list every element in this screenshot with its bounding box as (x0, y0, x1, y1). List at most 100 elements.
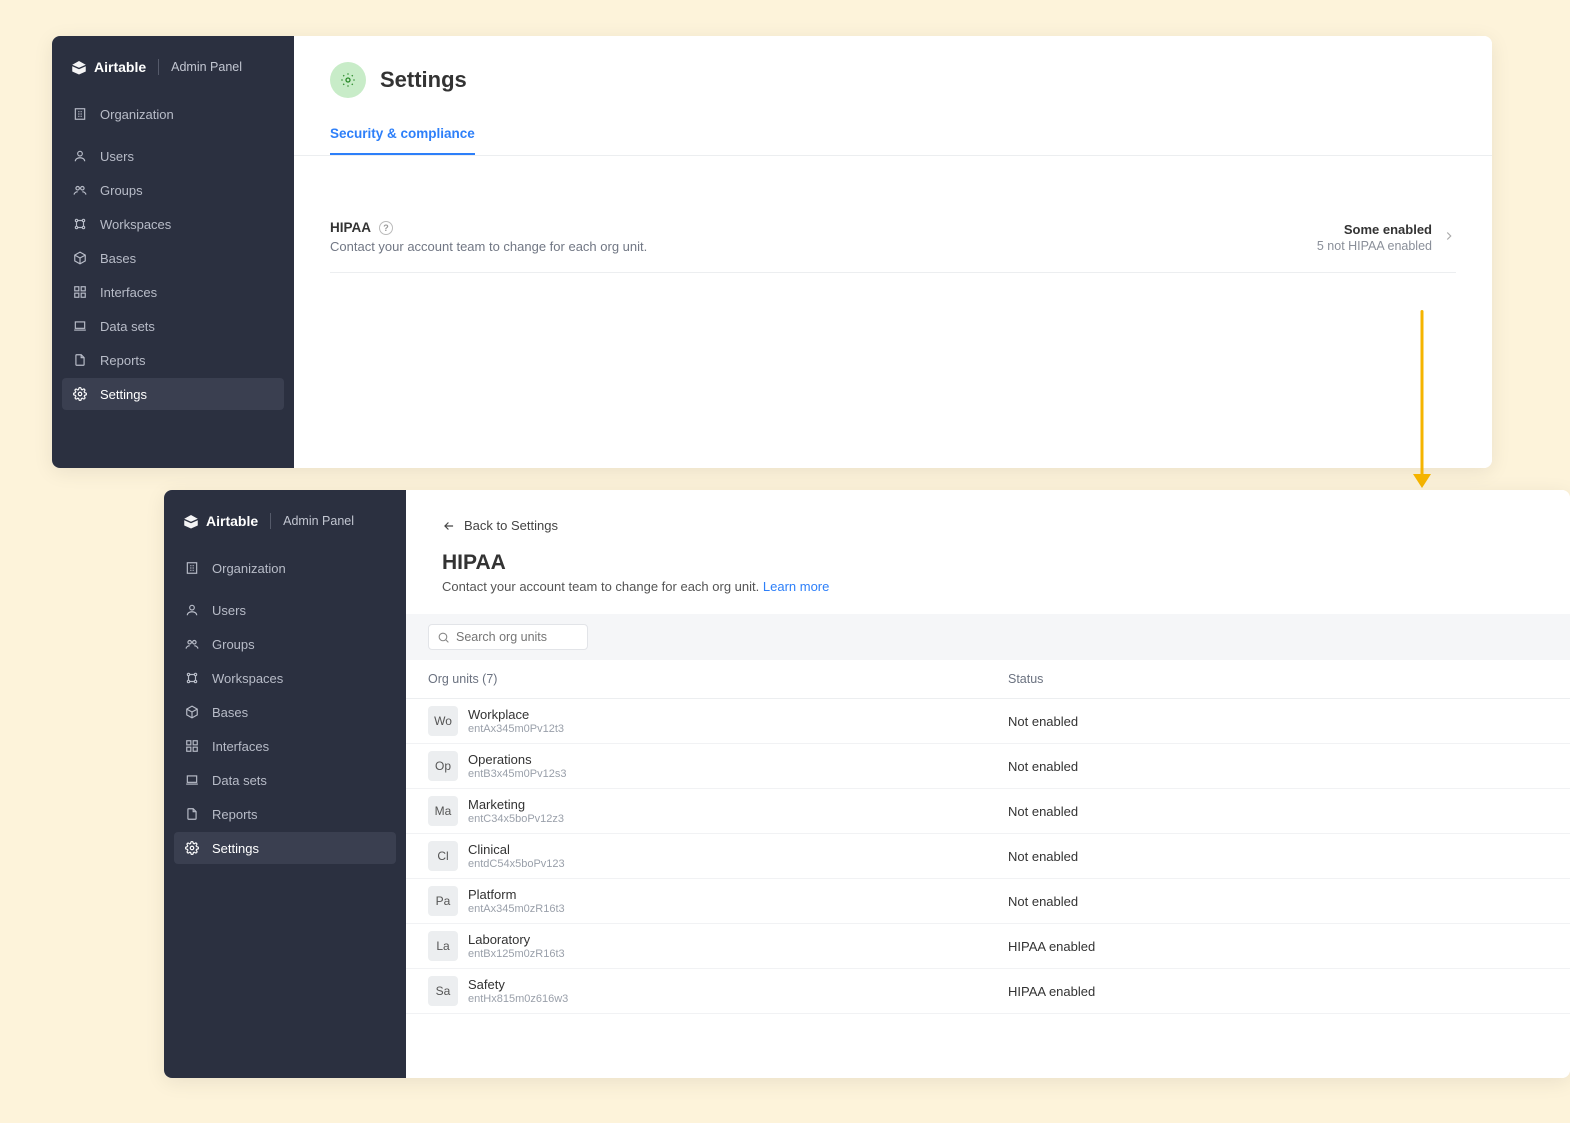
sidebar-item-label: Users (212, 603, 246, 618)
table-row[interactable]: Ma Marketing entC34x5boPv12z3 Not enable… (406, 789, 1570, 834)
table-row[interactable]: Pa Platform entAx345m0zR16t3 Not enabled (406, 879, 1570, 924)
hipaa-subtitle: Contact your account team to change for … (330, 239, 647, 254)
sidebar-item-label: Interfaces (100, 285, 157, 300)
sidebar-item-datasets[interactable]: Data sets (62, 310, 284, 342)
org-id: entAx345m0zR16t3 (468, 903, 565, 915)
sidebar-item-organization[interactable]: Organization (62, 98, 284, 130)
settings-panel: Airtable Admin Panel Organization Users … (52, 36, 1492, 468)
sidebar-item-label: Organization (212, 561, 286, 576)
user-icon (72, 148, 88, 164)
sidebar-item-label: Data sets (100, 319, 155, 334)
table-row[interactable]: La Laboratory entBx125m0zR16t3 HIPAA ena… (406, 924, 1570, 969)
nav: Organization Users Groups Workspaces Bas… (52, 94, 294, 416)
sidebar-item-interfaces[interactable]: Interfaces (174, 730, 396, 762)
org-badge: Sa (428, 976, 458, 1006)
sidebar-item-label: Settings (212, 841, 259, 856)
org-name: Workplace (468, 707, 564, 722)
building-icon (184, 560, 200, 576)
status-cell: HIPAA enabled (1008, 939, 1548, 954)
sidebar-item-datasets[interactable]: Data sets (174, 764, 396, 796)
org-name: Operations (468, 752, 566, 767)
sidebar-item-settings[interactable]: Settings (174, 832, 396, 864)
table-row[interactable]: Wo Workplace entAx345m0Pv12t3 Not enable… (406, 699, 1570, 744)
grid-icon (72, 284, 88, 300)
sidebar-item-label: Settings (100, 387, 147, 402)
hipaa-detail-panel: Airtable Admin Panel Organization Users … (164, 490, 1570, 1078)
learn-more-link[interactable]: Learn more (763, 579, 829, 594)
sidebar-item-settings[interactable]: Settings (62, 378, 284, 410)
org-badge: Cl (428, 841, 458, 871)
table-header: Org units (7) Status (406, 660, 1570, 699)
brand-divider (158, 59, 159, 75)
page-subtitle-text: Contact your account team to change for … (442, 579, 759, 594)
table-body: Wo Workplace entAx345m0Pv12t3 Not enable… (406, 699, 1570, 1014)
page-header: Settings (294, 36, 1492, 116)
chevron-right-icon (1442, 229, 1456, 246)
org-badge: Wo (428, 706, 458, 736)
table-row[interactable]: Op Operations entB3x45m0Pv12s3 Not enabl… (406, 744, 1570, 789)
sidebar-item-reports[interactable]: Reports (62, 344, 284, 376)
tab-security-compliance[interactable]: Security & compliance (330, 116, 475, 155)
sidebar-item-label: Workspaces (212, 671, 283, 686)
page-subtitle: Contact your account team to change for … (406, 577, 1570, 614)
help-icon[interactable]: ? (379, 221, 393, 235)
page-title: Settings (380, 67, 467, 93)
sidebar-item-label: Interfaces (212, 739, 269, 754)
airtable-logo-icon (182, 512, 200, 530)
org-name: Laboratory (468, 932, 565, 947)
table-row[interactable]: Cl Clinical entdC54x5boPv123 Not enabled (406, 834, 1570, 879)
sidebar-item-groups[interactable]: Groups (174, 628, 396, 660)
sidebar-item-workspaces[interactable]: Workspaces (62, 208, 284, 240)
org-id: entC34x5boPv12z3 (468, 813, 564, 825)
nav: Organization Users Groups Workspaces Bas… (164, 548, 406, 870)
users-icon (184, 636, 200, 652)
hipaa-status-title: Some enabled (1317, 222, 1432, 237)
building-icon (72, 106, 88, 122)
page-title: HIPAA (406, 541, 1570, 577)
sidebar-item-groups[interactable]: Groups (62, 174, 284, 206)
sidebar-item-label: Reports (100, 353, 146, 368)
sidebar-item-users[interactable]: Users (174, 594, 396, 626)
status-cell: HIPAA enabled (1008, 984, 1548, 999)
search-input[interactable] (456, 630, 579, 644)
sidebar-item-workspaces[interactable]: Workspaces (174, 662, 396, 694)
main-content: Back to Settings HIPAA Contact your acco… (406, 490, 1570, 1078)
sidebar-item-label: Workspaces (100, 217, 171, 232)
laptop-icon (184, 772, 200, 788)
brand-divider (270, 513, 271, 529)
sidebar-item-bases[interactable]: Bases (174, 696, 396, 728)
arrow-left-icon (442, 519, 456, 533)
back-label: Back to Settings (464, 518, 558, 533)
sidebar-item-label: Users (100, 149, 134, 164)
hipaa-title-text: HIPAA (330, 220, 371, 235)
sidebar-item-label: Groups (212, 637, 255, 652)
brand: Airtable Admin Panel (52, 54, 294, 94)
search-icon (437, 631, 450, 644)
back-to-settings-link[interactable]: Back to Settings (406, 490, 1570, 541)
search-input-wrap[interactable] (428, 624, 588, 650)
sidebar-item-organization[interactable]: Organization (174, 552, 396, 584)
users-icon (72, 182, 88, 198)
search-bar (406, 614, 1570, 660)
brand: Airtable Admin Panel (164, 508, 406, 548)
org-badge: La (428, 931, 458, 961)
table-row[interactable]: Sa Safety entHx815m0z616w3 HIPAA enabled (406, 969, 1570, 1014)
gear-icon (72, 386, 88, 402)
org-id: entAx345m0Pv12t3 (468, 723, 564, 735)
laptop-icon (72, 318, 88, 334)
sidebar-item-bases[interactable]: Bases (62, 242, 284, 274)
org-id: entB3x45m0Pv12s3 (468, 768, 566, 780)
sidebar-item-users[interactable]: Users (62, 140, 284, 172)
org-badge: Pa (428, 886, 458, 916)
brand-sub: Admin Panel (283, 514, 354, 528)
file-icon (72, 352, 88, 368)
hipaa-setting-row[interactable]: HIPAA ? Contact your account team to cha… (330, 220, 1456, 273)
file-icon (184, 806, 200, 822)
hipaa-status-sub: 5 not HIPAA enabled (1317, 239, 1432, 253)
sidebar-item-interfaces[interactable]: Interfaces (62, 276, 284, 308)
org-cell: La Laboratory entBx125m0zR16t3 (428, 931, 1008, 961)
sidebar-item-reports[interactable]: Reports (174, 798, 396, 830)
org-cell: Wo Workplace entAx345m0Pv12t3 (428, 706, 1008, 736)
sidebar-item-label: Bases (100, 251, 136, 266)
sidebar-item-label: Reports (212, 807, 258, 822)
